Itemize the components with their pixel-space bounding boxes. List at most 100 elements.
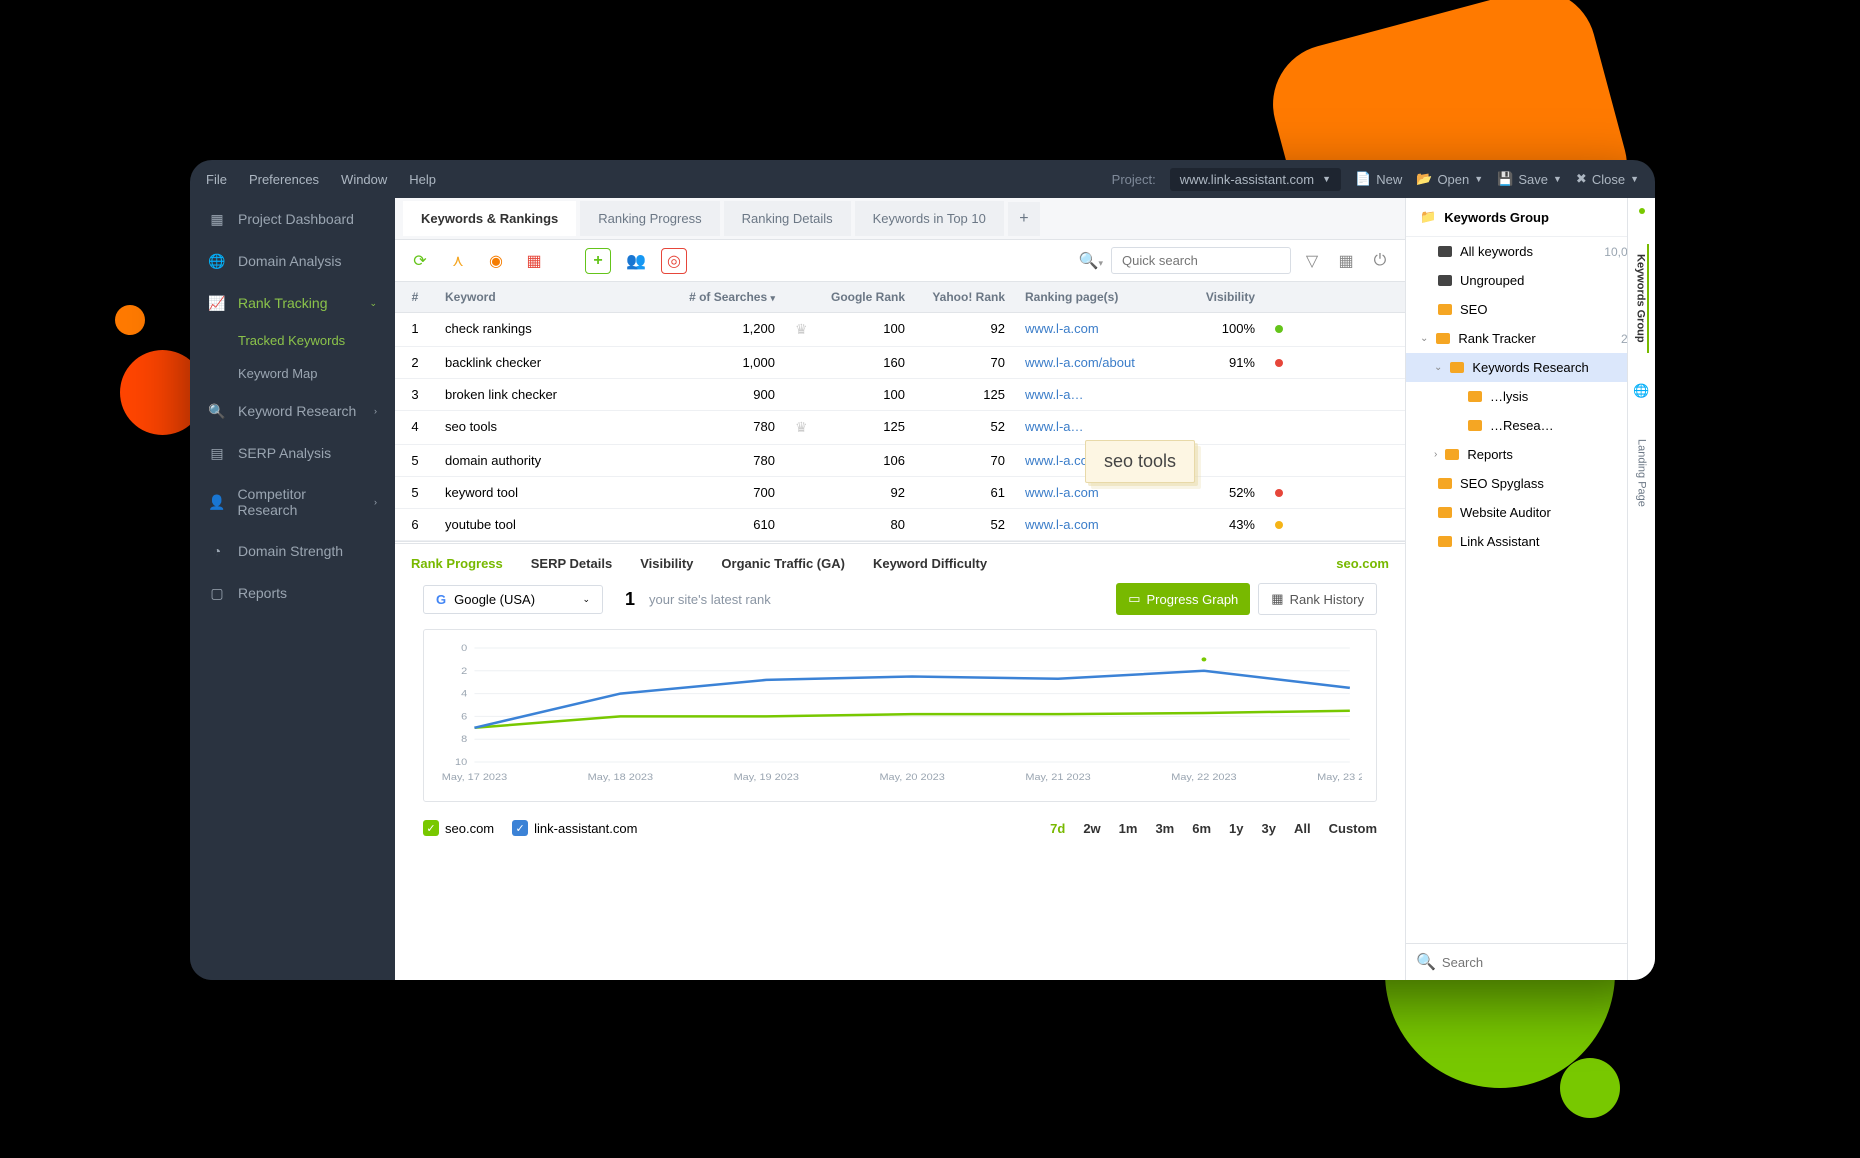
table-row[interactable]: 5domain authority78010670www.l-a.com (395, 445, 1405, 477)
group-item[interactable]: Website Auditor11 (1406, 498, 1655, 527)
folder-icon (1445, 449, 1459, 460)
menu-help[interactable]: Help (409, 172, 436, 187)
filter-icon[interactable]: ▽ (1299, 248, 1325, 274)
range-3y[interactable]: 3y (1262, 821, 1276, 836)
range-7d[interactable]: 7d (1050, 821, 1065, 836)
sidebar-item-domain-strength[interactable]: ◔Domain Strength (190, 530, 395, 572)
range-All[interactable]: All (1294, 821, 1311, 836)
lowertab-serp-details[interactable]: SERP Details (531, 556, 612, 571)
vtab-keywords-group[interactable]: Keywords Group (1635, 244, 1649, 353)
sidebar-item-serp-analysis[interactable]: ▤SERP Analysis (190, 432, 395, 474)
sidebar-item-keyword-research[interactable]: 🔍Keyword Research› (190, 390, 395, 432)
col-searches[interactable]: # of Searches ▾ (655, 282, 785, 312)
sidebar-item-rank-tracking[interactable]: 📈Rank Tracking⌄ (190, 282, 395, 324)
group-search-input[interactable] (1442, 955, 1619, 970)
document-icon: ▢ (208, 584, 226, 602)
tab-ranking-progress[interactable]: Ranking Progress (580, 201, 719, 236)
table-row[interactable]: 5keyword tool7009261www.l-a.com52% (395, 477, 1405, 509)
project-selector[interactable]: www.link-assistant.com▼ (1170, 168, 1341, 191)
range-6m[interactable]: 6m (1192, 821, 1211, 836)
keyword-group-tree: All keywords10,000Ungrouped16SEO16⌄Rank … (1406, 237, 1655, 943)
ranking-page-link[interactable]: www.l-a.com (1025, 321, 1099, 336)
group-item[interactable]: ›Reports16 (1406, 440, 1655, 469)
grid-icon[interactable]: ▦ (1333, 248, 1359, 274)
save-button[interactable]: 💾Save▼ (1497, 171, 1562, 187)
sidebar-item-reports[interactable]: ▢Reports (190, 572, 395, 614)
add-icon[interactable]: + (585, 248, 611, 274)
close-icon: ✖ (1576, 171, 1587, 187)
legend-series1[interactable]: ✓seo.com (423, 820, 494, 836)
group-item[interactable]: …Resea…7 (1406, 411, 1655, 440)
analytics-icon[interactable]: ⋏ (445, 248, 471, 274)
menu-window[interactable]: Window (341, 172, 387, 187)
svg-text:May, 21 2023: May, 21 2023 (1025, 773, 1091, 783)
table-row[interactable]: 1check rankings1,200♛10092www.l-a.com100… (395, 313, 1405, 347)
export-icon[interactable]: ⏻ (1367, 248, 1393, 274)
tab-add[interactable]: + (1008, 202, 1040, 236)
group-item[interactable]: Ungrouped16 (1406, 266, 1655, 295)
col-yahoo-rank[interactable]: Yahoo! Rank (915, 282, 1015, 312)
sidebar-item-competitor-research[interactable]: 👤Competitor Research› (190, 474, 395, 530)
ranking-page-link[interactable]: www.l-a.com/about (1025, 355, 1135, 370)
indicator-icon (1639, 208, 1645, 214)
rank-history-button[interactable]: ▦Rank History (1258, 583, 1377, 615)
col-google-rank[interactable]: Google Rank (815, 282, 915, 312)
table-row[interactable]: 4seo tools780♛12552www.l-a… (395, 411, 1405, 445)
legend-series2[interactable]: ✓link-assistant.com (512, 820, 637, 836)
ranking-page-link[interactable]: www.l-a… (1025, 387, 1084, 402)
col-keyword[interactable]: Keyword (435, 282, 655, 312)
tab-top10[interactable]: Keywords in Top 10 (855, 201, 1004, 236)
sidebar-item-domain-analysis[interactable]: 🌐Domain Analysis (190, 240, 395, 282)
table-row[interactable]: 2backlink checker1,00016070www.l-a.com/a… (395, 347, 1405, 379)
chevron-icon: › (1434, 449, 1437, 460)
lowertab-keyword-difficulty[interactable]: Keyword Difficulty (873, 556, 987, 571)
calendar-icon[interactable]: ▦ (521, 248, 547, 274)
search-icon[interactable]: 🔍▾ (1079, 251, 1103, 271)
sidebar-item-dashboard[interactable]: ▦Project Dashboard (190, 198, 395, 240)
col-visibility[interactable]: Visibility (1175, 282, 1265, 312)
new-button[interactable]: 📄New (1355, 171, 1402, 187)
open-button[interactable]: 📂Open▼ (1416, 171, 1483, 187)
group-item[interactable]: ⌄Keywords Research3 (1406, 353, 1655, 382)
tab-keywords-rankings[interactable]: Keywords & Rankings (403, 201, 576, 236)
group-item[interactable]: SEO16 (1406, 295, 1655, 324)
ranking-page-link[interactable]: www.l-a.com (1025, 517, 1099, 532)
menu-file[interactable]: File (206, 172, 227, 187)
sidebar-sub-keyword-map[interactable]: Keyword Map (190, 357, 395, 390)
ranking-page-link[interactable]: www.l-a.com (1025, 485, 1099, 500)
ranking-page-link[interactable]: www.l-a… (1025, 419, 1084, 434)
search-input[interactable] (1111, 247, 1291, 274)
range-1y[interactable]: 1y (1229, 821, 1243, 836)
globe-icon: 🌐 (1633, 383, 1649, 399)
table-row[interactable]: 6youtube tool6108052www.l-a.com43% (395, 509, 1405, 541)
close-button[interactable]: ✖Close▼ (1576, 171, 1639, 187)
sidebar-sub-tracked-keywords[interactable]: Tracked Keywords (190, 324, 395, 357)
folder-icon (1438, 275, 1452, 286)
group-item[interactable]: SEO Spyglass22 (1406, 469, 1655, 498)
tab-ranking-details[interactable]: Ranking Details (724, 201, 851, 236)
lowertab-rank-progress[interactable]: Rank Progress (411, 556, 503, 571)
group-item[interactable]: …lysis3 (1406, 382, 1655, 411)
chart-icon: 📈 (208, 294, 226, 312)
col-num[interactable]: # (395, 282, 435, 312)
refresh-icon[interactable]: ⟳ (407, 248, 433, 274)
range-2w[interactable]: 2w (1083, 821, 1100, 836)
target-icon[interactable]: ◎ (661, 248, 687, 274)
lowertab-visibility[interactable]: Visibility (640, 556, 693, 571)
tag-icon[interactable]: ◉ (483, 248, 509, 274)
vtab-landing-page[interactable]: Landing Page (1636, 429, 1648, 517)
range-3m[interactable]: 3m (1155, 821, 1174, 836)
search-engine-select[interactable]: GGoogle (USA)⌄ (423, 585, 603, 614)
group-item[interactable]: ⌄Rank Tracker215 (1406, 324, 1655, 353)
progress-graph-button[interactable]: ▭Progress Graph (1116, 583, 1250, 615)
col-pages[interactable]: Ranking page(s) (1015, 282, 1175, 312)
group-item[interactable]: Link Assistant7 (1406, 527, 1655, 556)
range-1m[interactable]: 1m (1119, 821, 1138, 836)
svg-text:May, 18 2023: May, 18 2023 (588, 773, 654, 783)
lowertab-organic-traffic[interactable]: Organic Traffic (GA) (721, 556, 845, 571)
menu-preferences[interactable]: Preferences (249, 172, 319, 187)
group-item[interactable]: All keywords10,000 (1406, 237, 1655, 266)
users-icon[interactable]: 👥 (623, 248, 649, 274)
range-Custom[interactable]: Custom (1329, 821, 1377, 836)
table-row[interactable]: 3broken link checker900100125www.l-a… (395, 379, 1405, 411)
